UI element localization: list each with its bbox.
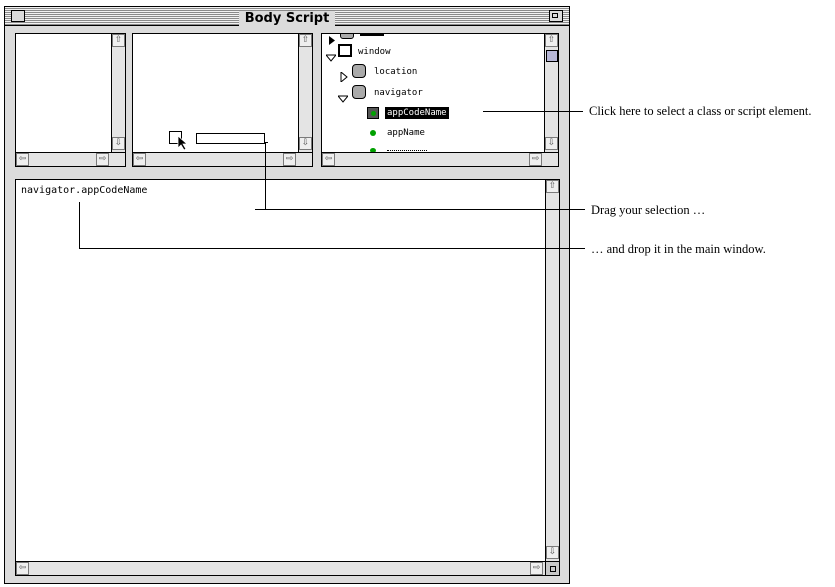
window-icon [338,44,352,57]
scroll-left-icon[interactable]: ⇦ [16,153,29,166]
pane-left[interactable]: ⇧ ⇩ ⇦ ⇨ [15,33,126,167]
scroll-down-icon[interactable]: ⇩ [546,546,559,559]
scroll-right-icon[interactable]: ⇨ [283,153,296,166]
class-icon [352,64,366,78]
tree-item-location[interactable]: location [374,66,417,78]
tree-item-appcodename[interactable]: appCodeName [385,107,449,119]
window-title-wrap: Body Script [5,7,569,26]
class-tree-pane[interactable]: window location navigator appCodeName ap… [321,33,559,167]
scroll-right-icon[interactable]: ⇨ [530,562,543,575]
disclosure-triangle-open-icon[interactable] [336,88,350,107]
callout-line-drag-cap [265,142,268,143]
scroll-up-icon[interactable]: ⇧ [299,34,312,47]
scroll-left-icon[interactable]: ⇦ [133,153,146,166]
scroll-left-icon[interactable]: ⇦ [322,153,335,166]
scroll-left-icon[interactable]: ⇦ [16,562,29,575]
script-editor[interactable]: navigator.appCodeName ⇧ ⇩ ⇦ ⇨ [15,179,560,576]
scroll-up-icon[interactable]: ⇧ [546,180,559,193]
tree-item-window[interactable]: window [358,46,391,58]
editor-text[interactable]: navigator.appCodeName [21,185,147,196]
scroll-right-icon[interactable]: ⇨ [96,153,109,166]
callout-drop-text: … and drop it in the main window. [591,242,766,256]
property-icon [367,107,379,119]
pane-middle-hscroll[interactable]: ⇦ ⇨ [133,152,312,166]
pane-left-vscroll[interactable]: ⇧ ⇩ [111,34,125,152]
pane-middle[interactable]: ⇧ ⇩ ⇦ ⇨ [132,33,313,167]
scroll-down-icon[interactable]: ⇩ [545,137,558,150]
class-icon [340,34,354,39]
bullet-icon [370,130,376,136]
callout-line-select [483,111,583,112]
callout-line-drag-vertical [265,142,266,209]
scroll-thumb[interactable] [546,50,558,62]
callout-drag-text: Drag your selection … [591,203,706,217]
tree-vscroll[interactable]: ⇧ ⇩ [544,34,558,152]
drag-proxy-box [196,133,265,144]
tree-item-appname[interactable]: appName [387,127,425,139]
callout-line-drop-vertical [79,202,80,249]
window-title: Body Script [238,11,336,26]
resize-grip-icon[interactable] [545,561,559,575]
disclosure-triangle-open-icon[interactable] [324,47,338,66]
tree-item-navigator[interactable]: navigator [374,87,423,99]
tree-hscroll[interactable]: ⇦ ⇨ [322,152,558,166]
script-window: Body Script ⇧ ⇩ ⇦ ⇨ ⇧ ⇩ ⇦ ⇨ window locat… [4,6,570,584]
scroll-down-icon[interactable]: ⇩ [299,137,312,150]
editor-vscroll[interactable]: ⇧ ⇩ [545,180,559,561]
scroll-right-icon[interactable]: ⇨ [529,153,542,166]
pane-middle-vscroll[interactable]: ⇧ ⇩ [298,34,312,152]
scroll-up-icon[interactable]: ⇧ [545,34,558,47]
scroll-up-icon[interactable]: ⇧ [112,34,125,47]
clipped-label [360,34,384,36]
class-icon [352,85,366,99]
pane-left-hscroll[interactable]: ⇦ ⇨ [16,152,125,166]
callout-line-drop [79,248,585,249]
scroll-down-icon[interactable]: ⇩ [112,137,125,150]
disclosure-triangle-icon[interactable] [340,67,348,86]
callout-line-drag [255,209,585,210]
editor-hscroll[interactable]: ⇦ ⇨ [16,561,559,575]
callout-select-text: Click here to select a class or script e… [589,104,812,118]
